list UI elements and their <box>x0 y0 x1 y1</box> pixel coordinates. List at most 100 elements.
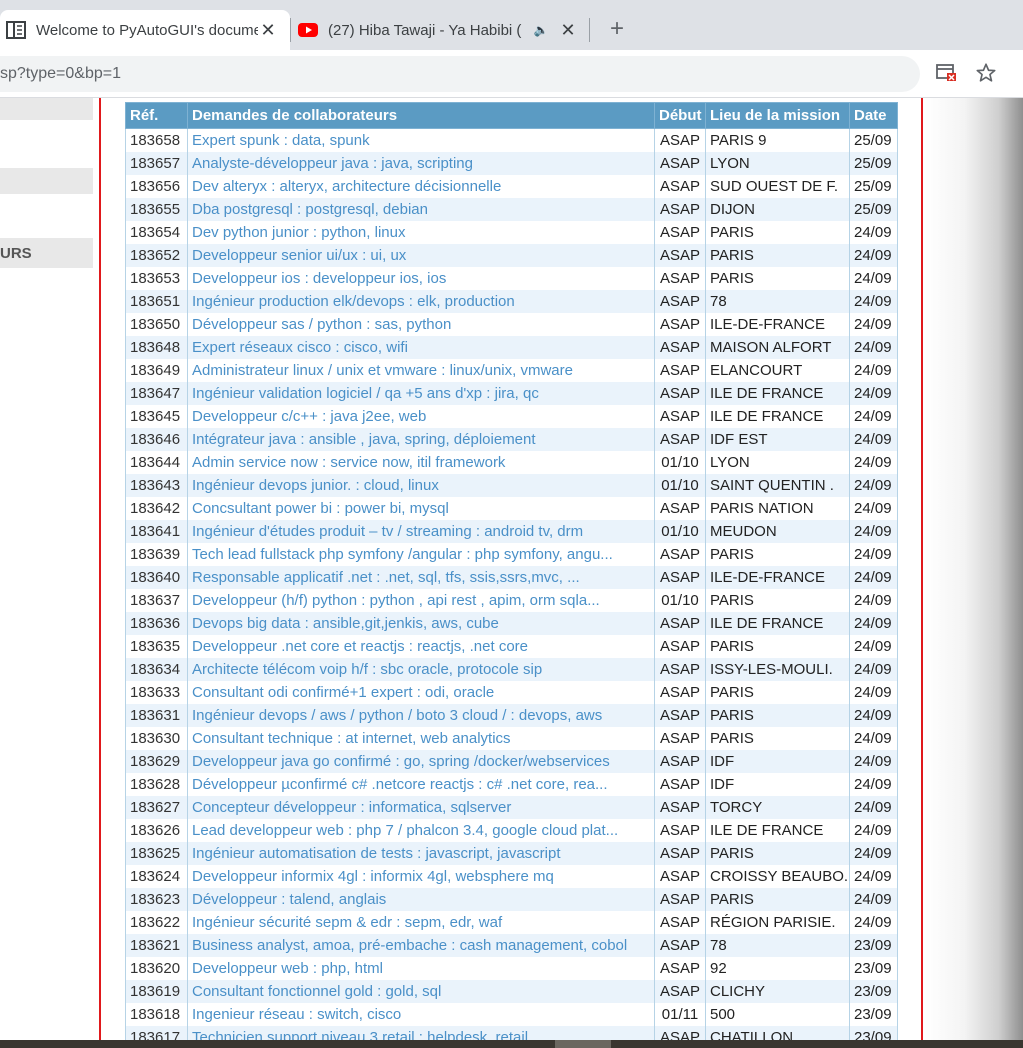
table-row: 183646 Intégrateur java : ansible , java,… <box>125 427 898 451</box>
job-title-link[interactable]: Développeur sas / python : sas, python <box>187 312 655 336</box>
job-title-link[interactable]: Developpeur senior ui/ux : ui, ux <box>187 243 655 267</box>
tab-youtube[interactable]: (27) Hiba Tawaji - Ya Habibi ( 🔈 ✕ <box>292 10 590 50</box>
job-title-link[interactable]: Business analyst, amoa, pré-embache : ca… <box>187 933 655 957</box>
job-title-link[interactable]: Dev python junior : python, linux <box>187 220 655 244</box>
job-date: 24/09 <box>849 634 898 658</box>
job-title-link[interactable]: Intégrateur java : ansible , java, sprin… <box>187 427 655 451</box>
job-location: ILE DE FRANCE <box>705 404 850 428</box>
job-ref: 183631 <box>125 703 188 727</box>
job-title-link[interactable]: Consultant technique : at internet, web … <box>187 726 655 750</box>
table-row: 183649 Administrateur linux / unix et vmw… <box>125 358 898 382</box>
job-start: ASAP <box>654 381 706 405</box>
table-row: 183634 Architecte télécom voip h/f : sbc … <box>125 657 898 681</box>
job-date: 24/09 <box>849 680 898 704</box>
address-bar[interactable]: sp?type=0&bp=1 <box>0 56 920 92</box>
tab-title: (27) Hiba Tawaji - Ya Habibi ( <box>328 21 522 39</box>
table-row: 183625 Ingénieur automatisation de tests … <box>125 841 898 865</box>
job-ref: 183657 <box>125 151 188 175</box>
job-title-link[interactable]: Ingenieur réseau : switch, cisco <box>187 1002 655 1026</box>
table-row: 183644 Admin service now : service now, i… <box>125 450 898 474</box>
job-title-link[interactable]: Ingénieur devops / aws / python / boto 3… <box>187 703 655 727</box>
job-location: PARIS <box>705 703 850 727</box>
job-date: 24/09 <box>849 795 898 819</box>
job-start: ASAP <box>654 772 706 796</box>
job-title-link[interactable]: Ingénieur automatisation de tests : java… <box>187 841 655 865</box>
job-location: SUD OUEST DE F. <box>705 174 850 198</box>
table-row: 183643 Ingénieur devops junior. : cloud, … <box>125 473 898 497</box>
job-ref: 183633 <box>125 680 188 704</box>
close-icon[interactable]: ✕ <box>558 20 578 41</box>
table-row: 183621 Business analyst, amoa, pré-embach… <box>125 933 898 957</box>
job-title-link[interactable]: Développeur µconfirmé c# .netcore reactj… <box>187 772 655 796</box>
job-location: ILE-DE-FRANCE <box>705 312 850 336</box>
table-row: 183631 Ingénieur devops / aws / python / … <box>125 703 898 727</box>
speaker-icon[interactable]: 🔈 <box>532 23 550 37</box>
job-title-link[interactable]: Administrateur linux / unix et vmware : … <box>187 358 655 382</box>
job-title-link[interactable]: Devops big data : ansible,git,jenkis, aw… <box>187 611 655 635</box>
job-title-link[interactable]: Consultant odi confirmé+1 expert : odi, … <box>187 680 655 704</box>
job-location: 78 <box>705 289 850 313</box>
job-ref: 183653 <box>125 266 188 290</box>
tab-pyautogui[interactable]: Welcome to PyAutoGUI's docume ✕ <box>0 10 290 50</box>
job-title-link[interactable]: Developpeur java go confirmé : go, sprin… <box>187 749 655 773</box>
job-title-link[interactable]: Developpeur ios : developpeur ios, ios <box>187 266 655 290</box>
job-ref: 183650 <box>125 312 188 336</box>
url-text[interactable]: sp?type=0&bp=1 <box>0 65 121 83</box>
book-icon <box>6 21 26 39</box>
job-title-link[interactable]: Developpeur informix 4gl : informix 4gl,… <box>187 864 655 888</box>
job-title-link[interactable]: Dba postgresql : postgresql, debian <box>187 197 655 221</box>
job-title-link[interactable]: Ingénieur devops junior. : cloud, linux <box>187 473 655 497</box>
job-ref: 183658 <box>125 128 188 152</box>
new-tab-button[interactable]: + <box>602 14 632 44</box>
job-title-link[interactable]: Lead developpeur web : php 7 / phalcon 3… <box>187 818 655 842</box>
job-ref: 183618 <box>125 1002 188 1026</box>
job-location: SAINT QUENTIN . <box>705 473 850 497</box>
job-title-link[interactable]: Concepteur développeur : informatica, sq… <box>187 795 655 819</box>
job-title-link[interactable]: Developpeur (h/f) python : python , api … <box>187 588 655 612</box>
job-date: 24/09 <box>849 519 898 543</box>
job-title-link[interactable]: Ingénieur sécurité sepm & edr : sepm, ed… <box>187 910 655 934</box>
job-ref: 183621 <box>125 933 188 957</box>
job-date: 24/09 <box>849 312 898 336</box>
job-title-link[interactable]: Architecte télécom voip h/f : sbc oracle… <box>187 657 655 681</box>
job-title-link[interactable]: Ingénieur d'études produit – tv / stream… <box>187 519 655 543</box>
job-ref: 183642 <box>125 496 188 520</box>
job-title-link[interactable]: Expert réseaux cisco : cisco, wifi <box>187 335 655 359</box>
job-ref: 183628 <box>125 772 188 796</box>
job-title-link[interactable]: Ingénieur production elk/devops : elk, p… <box>187 289 655 313</box>
job-title-link[interactable]: Développeur : talend, anglais <box>187 887 655 911</box>
job-ref: 183644 <box>125 450 188 474</box>
job-start: ASAP <box>654 243 706 267</box>
job-title-link[interactable]: Responsable applicatif .net : .net, sql,… <box>187 565 655 589</box>
job-title-link[interactable]: Developpeur c/c++ : java j2ee, web <box>187 404 655 428</box>
job-title-link[interactable]: Tech lead fullstack php symfony /angular… <box>187 542 655 566</box>
tab-search-icon[interactable] <box>934 62 958 86</box>
job-title-link[interactable]: Developpeur web : php, html <box>187 956 655 980</box>
job-ref: 183619 <box>125 979 188 1003</box>
job-title-link[interactable]: Ingénieur validation logiciel / qa +5 an… <box>187 381 655 405</box>
job-ref: 183647 <box>125 381 188 405</box>
job-title-link[interactable]: Analyste-développeur java : java, script… <box>187 151 655 175</box>
job-date: 24/09 <box>849 496 898 520</box>
job-date: 24/09 <box>849 864 898 888</box>
job-ref: 183625 <box>125 841 188 865</box>
job-date: 24/09 <box>849 427 898 451</box>
job-ref: 183634 <box>125 657 188 681</box>
scroll-thumb[interactable] <box>555 1040 611 1048</box>
table-row: 183629 Developpeur java go confirmé : go,… <box>125 749 898 773</box>
close-icon[interactable]: ✕ <box>258 20 278 41</box>
job-title-link[interactable]: Dev alteryx : alteryx, architecture déci… <box>187 174 655 198</box>
table-row: 183633 Consultant odi confirmé+1 expert :… <box>125 680 898 704</box>
table-row: 183658 Expert spunk : data, spunk ASAP PARI… <box>125 128 898 152</box>
job-start: ASAP <box>654 335 706 359</box>
job-title-link[interactable]: Expert spunk : data, spunk <box>187 128 655 152</box>
job-title-link[interactable]: Developpeur .net core et reactjs : react… <box>187 634 655 658</box>
job-title-link[interactable]: Admin service now : service now, itil fr… <box>187 450 655 474</box>
star-icon[interactable] <box>974 62 998 86</box>
job-ref: 183652 <box>125 243 188 267</box>
job-title-link[interactable]: Consultant fonctionnel gold : gold, sql <box>187 979 655 1003</box>
job-title-link[interactable]: Concsultant power bi : power bi, mysql <box>187 496 655 520</box>
job-date: 24/09 <box>849 841 898 865</box>
job-location: PARIS <box>705 542 850 566</box>
job-location: PARIS <box>705 680 850 704</box>
